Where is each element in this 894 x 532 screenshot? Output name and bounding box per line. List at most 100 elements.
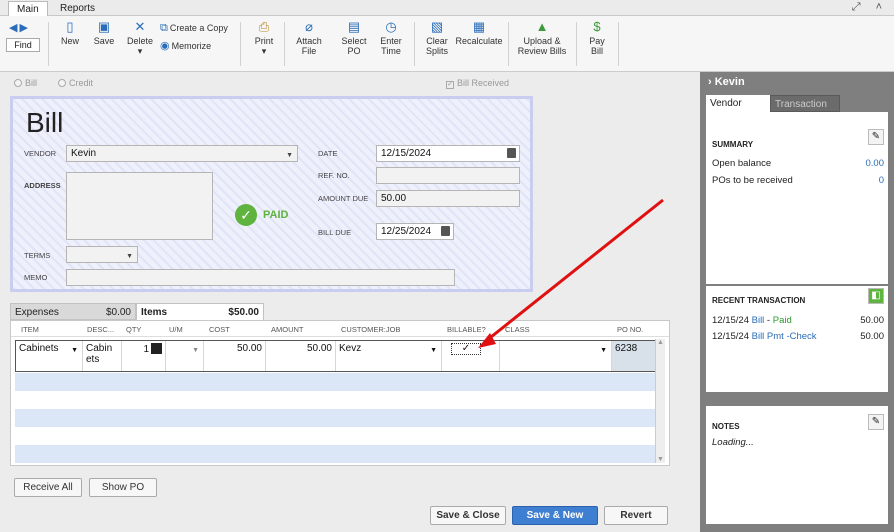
dropdown-arrow-icon[interactable]: ▼: [430, 345, 437, 356]
recent-row[interactable]: 12/15/24 Bill Pmt -Check 50.00: [712, 331, 884, 342]
cell-qty[interactable]: 1: [122, 341, 166, 371]
cell-description[interactable]: Cabin ets: [83, 341, 122, 371]
cell-amount[interactable]: 50.00: [266, 341, 336, 371]
dropdown-arrow-icon[interactable]: ▼: [600, 345, 607, 356]
chevron-right-icon[interactable]: ›: [708, 76, 712, 88]
dropdown-arrow-icon[interactable]: ▼: [286, 150, 293, 162]
col-header-cost[interactable]: COST: [209, 325, 230, 334]
notes-title: NOTES: [712, 422, 740, 431]
bill-received-checkbox[interactable]: ✓ Bill Received: [446, 78, 509, 89]
attach-file-button[interactable]: ⌀ Attach File: [292, 20, 326, 57]
cell-cost[interactable]: 50.00: [204, 341, 266, 371]
print-button[interactable]: ⎙ Print ▾: [250, 20, 278, 57]
col-header-class[interactable]: CLASS: [505, 325, 530, 334]
vendor-field[interactable]: Kevin ▼: [66, 145, 298, 162]
table-row[interactable]: [15, 427, 655, 445]
create-copy-button[interactable]: ⧉ Create a Copy: [160, 22, 228, 35]
col-header-um[interactable]: U/M: [169, 325, 183, 334]
edit-pencil-icon[interactable]: ✎: [868, 414, 884, 430]
terms-label: TERMS: [24, 251, 51, 260]
table-row[interactable]: [15, 445, 655, 463]
pay-bill-button[interactable]: $ Pay Bill: [582, 19, 612, 57]
save-new-button[interactable]: Save & New: [512, 506, 598, 525]
nav-arrows[interactable]: ◀ ▶: [9, 21, 30, 34]
window-controls[interactable]: ⤢ ˄: [852, 1, 888, 14]
prev-arrow-icon[interactable]: ◀: [9, 22, 17, 34]
save-button[interactable]: ▣ Save: [92, 20, 116, 47]
col-header-qty[interactable]: QTY: [126, 325, 141, 334]
next-arrow-icon[interactable]: ▶: [19, 22, 27, 34]
bill-due-field[interactable]: 12/25/2024: [376, 223, 454, 240]
memorize-button[interactable]: ◉ Memorize: [160, 39, 211, 52]
scroll-up-icon[interactable]: ▲: [657, 339, 664, 346]
ref-no-field[interactable]: [376, 167, 520, 184]
tab-main[interactable]: Main: [8, 1, 48, 16]
clear-splits-icon: ▧: [430, 19, 444, 34]
col-header-amount[interactable]: AMOUNT: [271, 325, 304, 334]
find-button[interactable]: Find: [6, 38, 40, 52]
memo-field[interactable]: [66, 269, 455, 286]
enter-time-button[interactable]: ◷ Enter Time: [374, 20, 408, 57]
cell-customer-job[interactable]: Kevz ▼: [336, 341, 442, 371]
edit-pencil-icon[interactable]: ✎: [868, 129, 884, 145]
calendar-icon[interactable]: [441, 226, 450, 236]
address-field[interactable]: [66, 172, 213, 240]
toolbar-divider: [618, 22, 619, 66]
select-po-button[interactable]: ▤ Select PO: [337, 19, 371, 57]
table-row[interactable]: [15, 409, 655, 427]
col-header-customer-job[interactable]: CUSTOMER:JOB: [341, 325, 400, 334]
table-row[interactable]: Cabinets ▼ Cabin ets 1 ▼ 50.00 50.00 Kevz…: [15, 340, 655, 372]
dropdown-arrow-icon[interactable]: ▼: [71, 345, 78, 356]
calendar-icon[interactable]: [507, 148, 516, 158]
recent-type[interactable]: Bill Pmt -Check: [752, 331, 817, 342]
col-header-item[interactable]: ITEM: [21, 325, 39, 334]
tab-reports[interactable]: Reports: [52, 1, 103, 16]
new-button[interactable]: ▯ New: [58, 20, 82, 47]
table-row[interactable]: [15, 391, 655, 409]
bill-card: Bill VENDOR Kevin ▼ ADDRESS DATE 12/15/20…: [10, 96, 533, 292]
cell-class[interactable]: ▼: [500, 341, 612, 371]
dropdown-arrow-icon[interactable]: ▼: [192, 345, 199, 356]
receive-all-button[interactable]: Receive All: [14, 478, 82, 497]
billable-checkbox[interactable]: ✓: [451, 343, 481, 355]
vendor-side-panel: › Kevin Vendor Transaction SUMMARY ✎ Ope…: [700, 72, 894, 532]
radio-dot-icon: [58, 79, 66, 87]
amount-due-field[interactable]: 50.00: [376, 190, 520, 207]
side-panel-header[interactable]: › Kevin: [708, 76, 745, 88]
radio-credit[interactable]: Credit: [58, 78, 93, 88]
col-header-billable[interactable]: BILLABLE?: [447, 325, 486, 334]
grid-scrollbar[interactable]: ▲ ▼: [655, 339, 665, 463]
recalculate-button[interactable]: ▦ Recalculate: [455, 20, 503, 47]
show-po-button[interactable]: Show PO: [89, 478, 157, 497]
tab-transaction[interactable]: Transaction: [770, 95, 840, 112]
table-row[interactable]: [15, 373, 655, 391]
tab-vendor[interactable]: Vendor: [706, 95, 770, 112]
delete-button[interactable]: ✕ Delete ▾: [124, 20, 156, 57]
quick-report-icon[interactable]: ◧: [868, 288, 884, 304]
radio-bill[interactable]: Bill: [14, 78, 37, 88]
pay-bill-icon: $: [593, 19, 601, 34]
col-header-desc[interactable]: DESC...: [87, 325, 114, 334]
qty-calculator-icon[interactable]: [151, 343, 162, 354]
tab-items[interactable]: Items $50.00: [136, 303, 264, 320]
cell-billable[interactable]: ✓: [442, 341, 500, 371]
terms-field[interactable]: ▼: [66, 246, 138, 263]
clear-splits-button[interactable]: ▧ Clear Splits: [420, 19, 454, 57]
tab-expenses[interactable]: Expenses $0.00: [10, 303, 136, 320]
pos-value[interactable]: 0: [879, 175, 884, 186]
col-header-po-no[interactable]: PO NO.: [617, 325, 643, 334]
date-field[interactable]: 12/15/2024: [376, 145, 520, 162]
top-tab-bar: Main Reports ⤢ ˄: [0, 0, 894, 16]
cell-item[interactable]: Cabinets ▼: [16, 341, 83, 371]
cell-um[interactable]: ▼: [166, 341, 204, 371]
scroll-down-icon[interactable]: ▼: [657, 456, 664, 463]
recent-row[interactable]: 12/15/24 Bill - Paid 50.00: [712, 315, 884, 326]
revert-button[interactable]: Revert: [604, 506, 668, 525]
qty-value: 1: [143, 344, 149, 355]
purchase-order-icon: ▤: [347, 19, 361, 34]
save-close-button[interactable]: Save & Close: [430, 506, 506, 525]
open-balance-value[interactable]: 0.00: [866, 158, 885, 169]
upload-review-bills-button[interactable]: ▲ Upload & Review Bills: [514, 20, 570, 57]
dropdown-arrow-icon[interactable]: ▼: [126, 251, 133, 263]
recent-type[interactable]: Bill: [752, 315, 765, 326]
